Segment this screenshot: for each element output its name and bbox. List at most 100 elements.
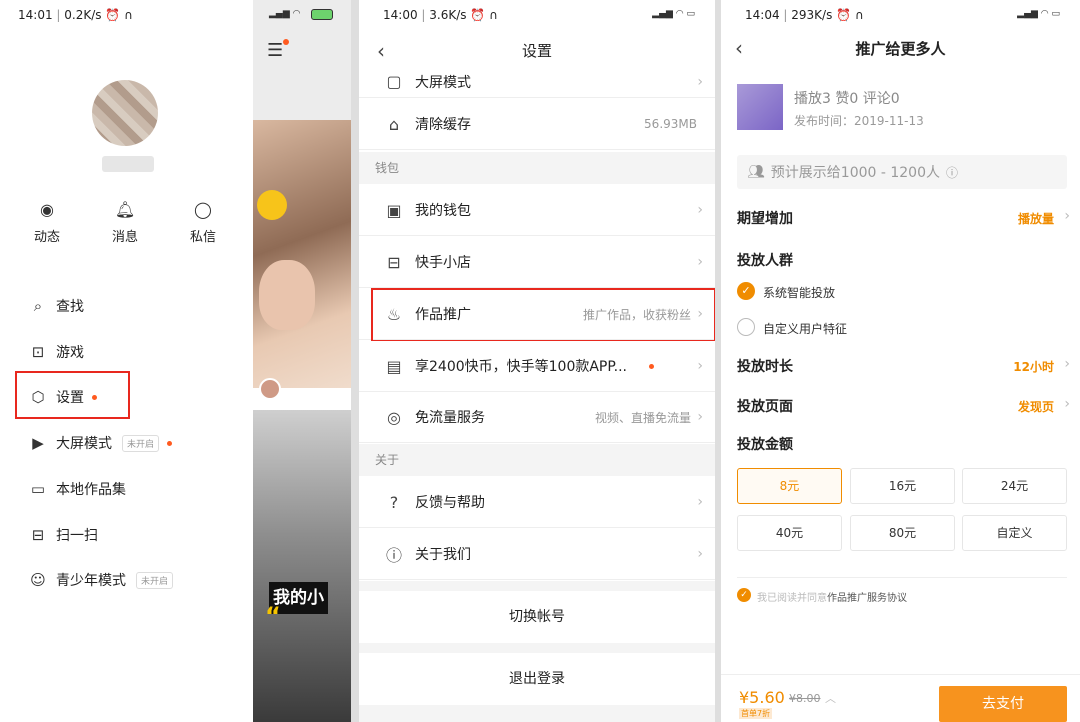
avatar[interactable] [92,80,158,146]
signal-icon: ▂▄▆ ◠ [269,9,301,19]
scan-icon: ⊟ [31,526,45,544]
pay-button[interactable]: 去支付 [939,686,1067,722]
battery-icon [311,9,333,20]
radio-unchecked-icon[interactable] [737,318,755,336]
switch-account-button[interactable]: 切换帐号 [359,591,715,643]
wave-circle-icon: ◎ [387,407,401,427]
shop-icon: ⊟ [387,252,401,272]
page-value[interactable]: 发现页 [1018,398,1054,415]
duration-value[interactable]: 12小时 [1013,358,1054,375]
amount-option[interactable]: 8元 [737,468,842,504]
menu-item-label: 大屏模式 [56,436,112,452]
play-square-icon: ▶ [32,434,44,452]
quick-action-label: 消息 [111,230,138,245]
row-hint: 视频、直播免流量 [594,410,691,425]
section-gap [359,705,715,722]
smiley-icon: ☺ [30,571,46,589]
audience-option-custom[interactable]: 自定义用户特征 [763,320,847,337]
menu-item-search[interactable]: ⌕ 查找 [28,294,84,318]
settings-row-wallet[interactable]: ▣ 我的钱包 › [359,185,715,236]
amount-option[interactable]: 24元 [962,468,1067,504]
quick-action-dm[interactable]: ◯ 私信 [178,200,228,245]
chevron-right-icon: › [1064,356,1070,372]
promotion-panel: 14:04 | 293K/s ⏰ ∩ ▂▄▆ ◠ ▭ ‹ 推广给更多人 播放3 … [721,0,1080,722]
chevron-right-icon: › [697,73,703,90]
settings-row-clear-cache[interactable]: ⌂ 清除缓存 56.93MB [359,99,715,150]
price-value: ¥5.60 [739,688,785,707]
row-label: 关于我们 [415,547,471,563]
audience-option-smart[interactable]: 系统智能投放 [763,284,835,301]
row-label: 免流量服务 [415,410,485,426]
settings-row-feedback[interactable]: ? 反馈与帮助 › [359,477,715,528]
divider [737,577,1067,578]
status-bar: 14:01 | 0.2K/s ⏰ ∩ [18,8,133,22]
agree-prefix: 我已阅读并同意 [757,593,827,604]
menu-item-label: 青少年模式 [56,573,126,589]
menu-item-label: 本地作品集 [56,482,126,498]
eye-icon: ◉ [40,200,54,219]
settings-row-shop[interactable]: ⊟ 快手小店 › [359,237,715,288]
status-bar: 14:00 | 3.6K/s ⏰ ∩ [383,8,498,22]
section-gap [359,643,715,653]
side-menu-panel: 14:01 | 0.2K/s ⏰ ∩ ◉ 动态 🔔︎ 消息 ◯ 私信 ⌕ 查找 … [0,0,253,722]
settings-panel: 14:00 | 3.6K/s ⏰ ∩ ▂▄▆ ◠ ▭ ‹ 设置 ▢ 大屏模式 ›… [351,0,721,722]
amount-option[interactable]: 40元 [737,515,842,551]
cache-size-value: 56.93MB [644,117,697,131]
menu-item-teen-mode[interactable]: ☺ 青少年模式 未开启 [28,568,174,592]
audience-label: 投放人群 [737,253,793,269]
status-tag: 未开启 [122,434,160,452]
status-time: 14:00 [383,8,418,22]
logout-button[interactable]: 退出登录 [359,653,715,705]
agreement-link[interactable]: 作品推广服务协议 [827,593,907,604]
amount-option[interactable]: 80元 [850,515,955,551]
publish-time: 发布时间：2019-11-13 [794,114,924,128]
menu-item-scan[interactable]: ⊟ 扫一扫 [28,523,98,547]
back-arrow-icon[interactable]: ‹ [377,40,385,62]
expect-value[interactable]: 播放量 [1018,210,1054,227]
agree-checkbox-icon[interactable]: ✓ [737,588,751,602]
chevron-right-icon: › [697,254,703,270]
row-label: 反馈与帮助 [415,495,485,511]
quick-action-messages[interactable]: 🔔︎ 消息 [100,200,150,245]
settings-row-about[interactable]: ⓘ 关于我们 › [359,529,715,580]
section-header-wallet: 钱包 [359,152,715,184]
amount-option-custom[interactable]: 自定义 [962,515,1067,551]
help-circle-icon[interactable]: ⓘ [946,164,958,181]
users-icon: 👥︎ [747,164,765,180]
radio-checked-icon[interactable]: ✓ [737,282,755,300]
row-label: 快手小店 [415,255,471,271]
settings-row-free-data[interactable]: ◎ 免流量服务 视频、直播免流量 › [359,392,715,443]
chevron-right-icon: › [697,494,703,510]
chevron-right-icon: › [697,202,703,218]
alarm-icon: ⏰ [470,8,486,22]
row-label: 享2400快币，快手等100款APP... [415,359,627,375]
quick-action-feed[interactable]: ◉ 动态 [22,200,72,245]
chevron-right-icon: › [697,358,703,374]
feed-video-thumbnail[interactable] [253,120,351,388]
highlight-box-settings [15,371,130,419]
settings-row-coins[interactable]: ▤ 享2400快币，快手等100款APP... › [359,341,715,392]
chevron-up-icon[interactable]: ︿ [825,690,836,706]
feed-video-thumbnail[interactable] [253,410,351,722]
headset-icon: ∩ [854,8,864,22]
quote-mark-icon: “ [265,602,281,630]
author-avatar[interactable] [259,378,281,400]
menu-item-games[interactable]: ⊡ 游戏 [28,340,84,364]
expect-label: 期望增加 [737,211,793,227]
menu-item-big-screen[interactable]: ▶ 大屏模式 未开启 [28,431,173,455]
settings-row-big-screen[interactable]: ▢ 大屏模式 › [359,66,715,98]
amount-option[interactable]: 16元 [850,468,955,504]
menu-item-label: 游戏 [56,345,84,361]
hamburger-menu-icon[interactable]: ☰ [267,40,283,61]
menu-item-local-works[interactable]: ▭ 本地作品集 [28,477,126,501]
alarm-icon: ⏰ [105,8,121,22]
new-badge-dot [649,363,654,369]
duck-toy [257,190,287,220]
chevron-right-icon: › [1064,208,1070,224]
feed-panel: ▂▄▆ ◠ ☰ 我的小 “ [253,0,351,722]
duration-label: 投放时长 [737,359,793,375]
headset-icon: ∩ [124,8,133,22]
status-tag: 未开启 [136,571,174,589]
signal-wifi-battery-icon: ▂▄▆ ◠ ▭ [1017,9,1060,19]
row-label: 我的钱包 [415,203,471,219]
